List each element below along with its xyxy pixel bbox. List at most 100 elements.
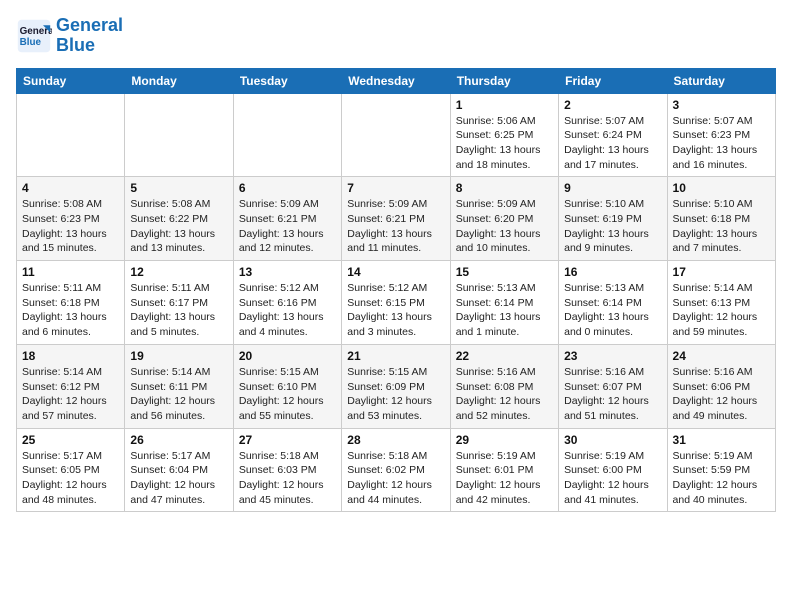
day-info: Sunrise: 5:09 AM Sunset: 6:21 PM Dayligh… — [347, 197, 444, 256]
day-number: 12 — [130, 265, 227, 279]
calendar-cell: 27Sunrise: 5:18 AM Sunset: 6:03 PM Dayli… — [233, 428, 341, 512]
day-info: Sunrise: 5:06 AM Sunset: 6:25 PM Dayligh… — [456, 114, 553, 173]
day-number: 11 — [22, 265, 119, 279]
calendar-cell: 9 Sunrise: 5:10 AM Sunset: 6:19 PM Daylig… — [559, 177, 667, 261]
day-number: 5 — [130, 181, 227, 195]
day-info: Sunrise: 5:16 AM Sunset: 6:06 PM Dayligh… — [673, 365, 770, 424]
day-info: Sunrise: 5:11 AM Sunset: 6:18 PM Dayligh… — [22, 281, 119, 340]
day-number: 22 — [456, 349, 553, 363]
day-info: Sunrise: 5:12 AM Sunset: 6:15 PM Dayligh… — [347, 281, 444, 340]
day-number: 24 — [673, 349, 770, 363]
day-number: 9 — [564, 181, 661, 195]
calendar-cell: 15 Sunrise: 5:13 AM Sunset: 6:14 PM Dayli… — [450, 261, 558, 345]
calendar-cell: 23Sunrise: 5:16 AM Sunset: 6:07 PM Dayli… — [559, 344, 667, 428]
day-info: Sunrise: 5:10 AM Sunset: 6:18 PM Dayligh… — [673, 197, 770, 256]
calendar-cell: 24 Sunrise: 5:16 AM Sunset: 6:06 PM Dayli… — [667, 344, 775, 428]
calendar-cell: 5 Sunrise: 5:08 AM Sunset: 6:22 PM Daylig… — [125, 177, 233, 261]
day-info: Sunrise: 5:07 AM Sunset: 6:24 PM Dayligh… — [564, 114, 661, 173]
day-info: Sunrise: 5:10 AM Sunset: 6:19 PM Dayligh… — [564, 197, 661, 256]
logo: General Blue GeneralBlue — [16, 16, 123, 56]
day-number: 3 — [673, 98, 770, 112]
day-number: 18 — [22, 349, 119, 363]
day-number: 30 — [564, 433, 661, 447]
calendar-cell: 22Sunrise: 5:16 AM Sunset: 6:08 PM Dayli… — [450, 344, 558, 428]
calendar-day-header: Sunday — [17, 68, 125, 93]
day-info: Sunrise: 5:17 AM Sunset: 6:04 PM Dayligh… — [130, 449, 227, 508]
day-info: Sunrise: 5:14 AM Sunset: 6:12 PM Dayligh… — [22, 365, 119, 424]
page-header: General Blue GeneralBlue — [16, 16, 776, 56]
day-info: Sunrise: 5:08 AM Sunset: 6:22 PM Dayligh… — [130, 197, 227, 256]
day-number: 28 — [347, 433, 444, 447]
calendar-cell: 30 Sunrise: 5:19 AM Sunset: 6:00 PM Dayli… — [559, 428, 667, 512]
day-info: Sunrise: 5:17 AM Sunset: 6:05 PM Dayligh… — [22, 449, 119, 508]
calendar-day-header: Monday — [125, 68, 233, 93]
calendar-cell: 17Sunrise: 5:14 AM Sunset: 6:13 PM Dayli… — [667, 261, 775, 345]
calendar-day-header: Thursday — [450, 68, 558, 93]
calendar-cell: 13 Sunrise: 5:12 AM Sunset: 6:16 PM Dayli… — [233, 261, 341, 345]
calendar-cell: 18 Sunrise: 5:14 AM Sunset: 6:12 PM Dayli… — [17, 344, 125, 428]
day-info: Sunrise: 5:15 AM Sunset: 6:09 PM Dayligh… — [347, 365, 444, 424]
calendar-day-header: Wednesday — [342, 68, 450, 93]
calendar-cell: 14 Sunrise: 5:12 AM Sunset: 6:15 PM Dayli… — [342, 261, 450, 345]
day-info: Sunrise: 5:07 AM Sunset: 6:23 PM Dayligh… — [673, 114, 770, 173]
day-number: 8 — [456, 181, 553, 195]
day-info: Sunrise: 5:12 AM Sunset: 6:16 PM Dayligh… — [239, 281, 336, 340]
calendar-cell: 21 Sunrise: 5:15 AM Sunset: 6:09 PM Dayli… — [342, 344, 450, 428]
day-number: 25 — [22, 433, 119, 447]
calendar-cell: 8Sunrise: 5:09 AM Sunset: 6:20 PM Daylig… — [450, 177, 558, 261]
calendar-table: SundayMondayTuesdayWednesdayThursdayFrid… — [16, 68, 776, 513]
logo-text: GeneralBlue — [56, 16, 123, 56]
day-number: 29 — [456, 433, 553, 447]
calendar-cell: 11 Sunrise: 5:11 AM Sunset: 6:18 PM Dayli… — [17, 261, 125, 345]
calendar-cell: 3 Sunrise: 5:07 AM Sunset: 6:23 PM Daylig… — [667, 93, 775, 177]
calendar-cell: 1 Sunrise: 5:06 AM Sunset: 6:25 PM Daylig… — [450, 93, 558, 177]
day-number: 21 — [347, 349, 444, 363]
calendar-cell: 12 Sunrise: 5:11 AM Sunset: 6:17 PM Dayli… — [125, 261, 233, 345]
day-info: Sunrise: 5:14 AM Sunset: 6:11 PM Dayligh… — [130, 365, 227, 424]
calendar-cell: 6 Sunrise: 5:09 AM Sunset: 6:21 PM Daylig… — [233, 177, 341, 261]
calendar-cell: 16 Sunrise: 5:13 AM Sunset: 6:14 PM Dayli… — [559, 261, 667, 345]
calendar-cell: 28 Sunrise: 5:18 AM Sunset: 6:02 PM Dayli… — [342, 428, 450, 512]
day-number: 17 — [673, 265, 770, 279]
calendar-cell: 19 Sunrise: 5:14 AM Sunset: 6:11 PM Dayli… — [125, 344, 233, 428]
calendar-cell — [342, 93, 450, 177]
svg-text:Blue: Blue — [20, 37, 42, 48]
calendar-cell: 29 Sunrise: 5:19 AM Sunset: 6:01 PM Dayli… — [450, 428, 558, 512]
calendar-cell — [17, 93, 125, 177]
calendar-cell: 25 Sunrise: 5:17 AM Sunset: 6:05 PM Dayli… — [17, 428, 125, 512]
day-number: 16 — [564, 265, 661, 279]
calendar-cell: 4 Sunrise: 5:08 AM Sunset: 6:23 PM Daylig… — [17, 177, 125, 261]
day-number: 2 — [564, 98, 661, 112]
day-number: 4 — [22, 181, 119, 195]
calendar-day-header: Friday — [559, 68, 667, 93]
calendar-cell: 2 Sunrise: 5:07 AM Sunset: 6:24 PM Daylig… — [559, 93, 667, 177]
day-number: 7 — [347, 181, 444, 195]
calendar-day-header: Saturday — [667, 68, 775, 93]
day-info: Sunrise: 5:13 AM Sunset: 6:14 PM Dayligh… — [456, 281, 553, 340]
day-number: 31 — [673, 433, 770, 447]
calendar-cell: 10 Sunrise: 5:10 AM Sunset: 6:18 PM Dayli… — [667, 177, 775, 261]
calendar-cell: 26Sunrise: 5:17 AM Sunset: 6:04 PM Dayli… — [125, 428, 233, 512]
day-info: Sunrise: 5:18 AM Sunset: 6:03 PM Dayligh… — [239, 449, 336, 508]
day-info: Sunrise: 5:19 AM Sunset: 5:59 PM Dayligh… — [673, 449, 770, 508]
day-number: 1 — [456, 98, 553, 112]
day-number: 14 — [347, 265, 444, 279]
day-info: Sunrise: 5:08 AM Sunset: 6:23 PM Dayligh… — [22, 197, 119, 256]
calendar-cell: 31 Sunrise: 5:19 AM Sunset: 5:59 PM Dayli… — [667, 428, 775, 512]
day-number: 6 — [239, 181, 336, 195]
day-number: 10 — [673, 181, 770, 195]
day-info: Sunrise: 5:16 AM Sunset: 6:07 PM Dayligh… — [564, 365, 661, 424]
day-number: 19 — [130, 349, 227, 363]
day-info: Sunrise: 5:11 AM Sunset: 6:17 PM Dayligh… — [130, 281, 227, 340]
day-info: Sunrise: 5:18 AM Sunset: 6:02 PM Dayligh… — [347, 449, 444, 508]
day-number: 15 — [456, 265, 553, 279]
day-info: Sunrise: 5:13 AM Sunset: 6:14 PM Dayligh… — [564, 281, 661, 340]
day-info: Sunrise: 5:09 AM Sunset: 6:21 PM Dayligh… — [239, 197, 336, 256]
day-info: Sunrise: 5:19 AM Sunset: 6:01 PM Dayligh… — [456, 449, 553, 508]
day-number: 13 — [239, 265, 336, 279]
calendar-cell — [233, 93, 341, 177]
calendar-header: SundayMondayTuesdayWednesdayThursdayFrid… — [17, 68, 776, 93]
calendar-day-header: Tuesday — [233, 68, 341, 93]
calendar-cell — [125, 93, 233, 177]
day-info: Sunrise: 5:19 AM Sunset: 6:00 PM Dayligh… — [564, 449, 661, 508]
